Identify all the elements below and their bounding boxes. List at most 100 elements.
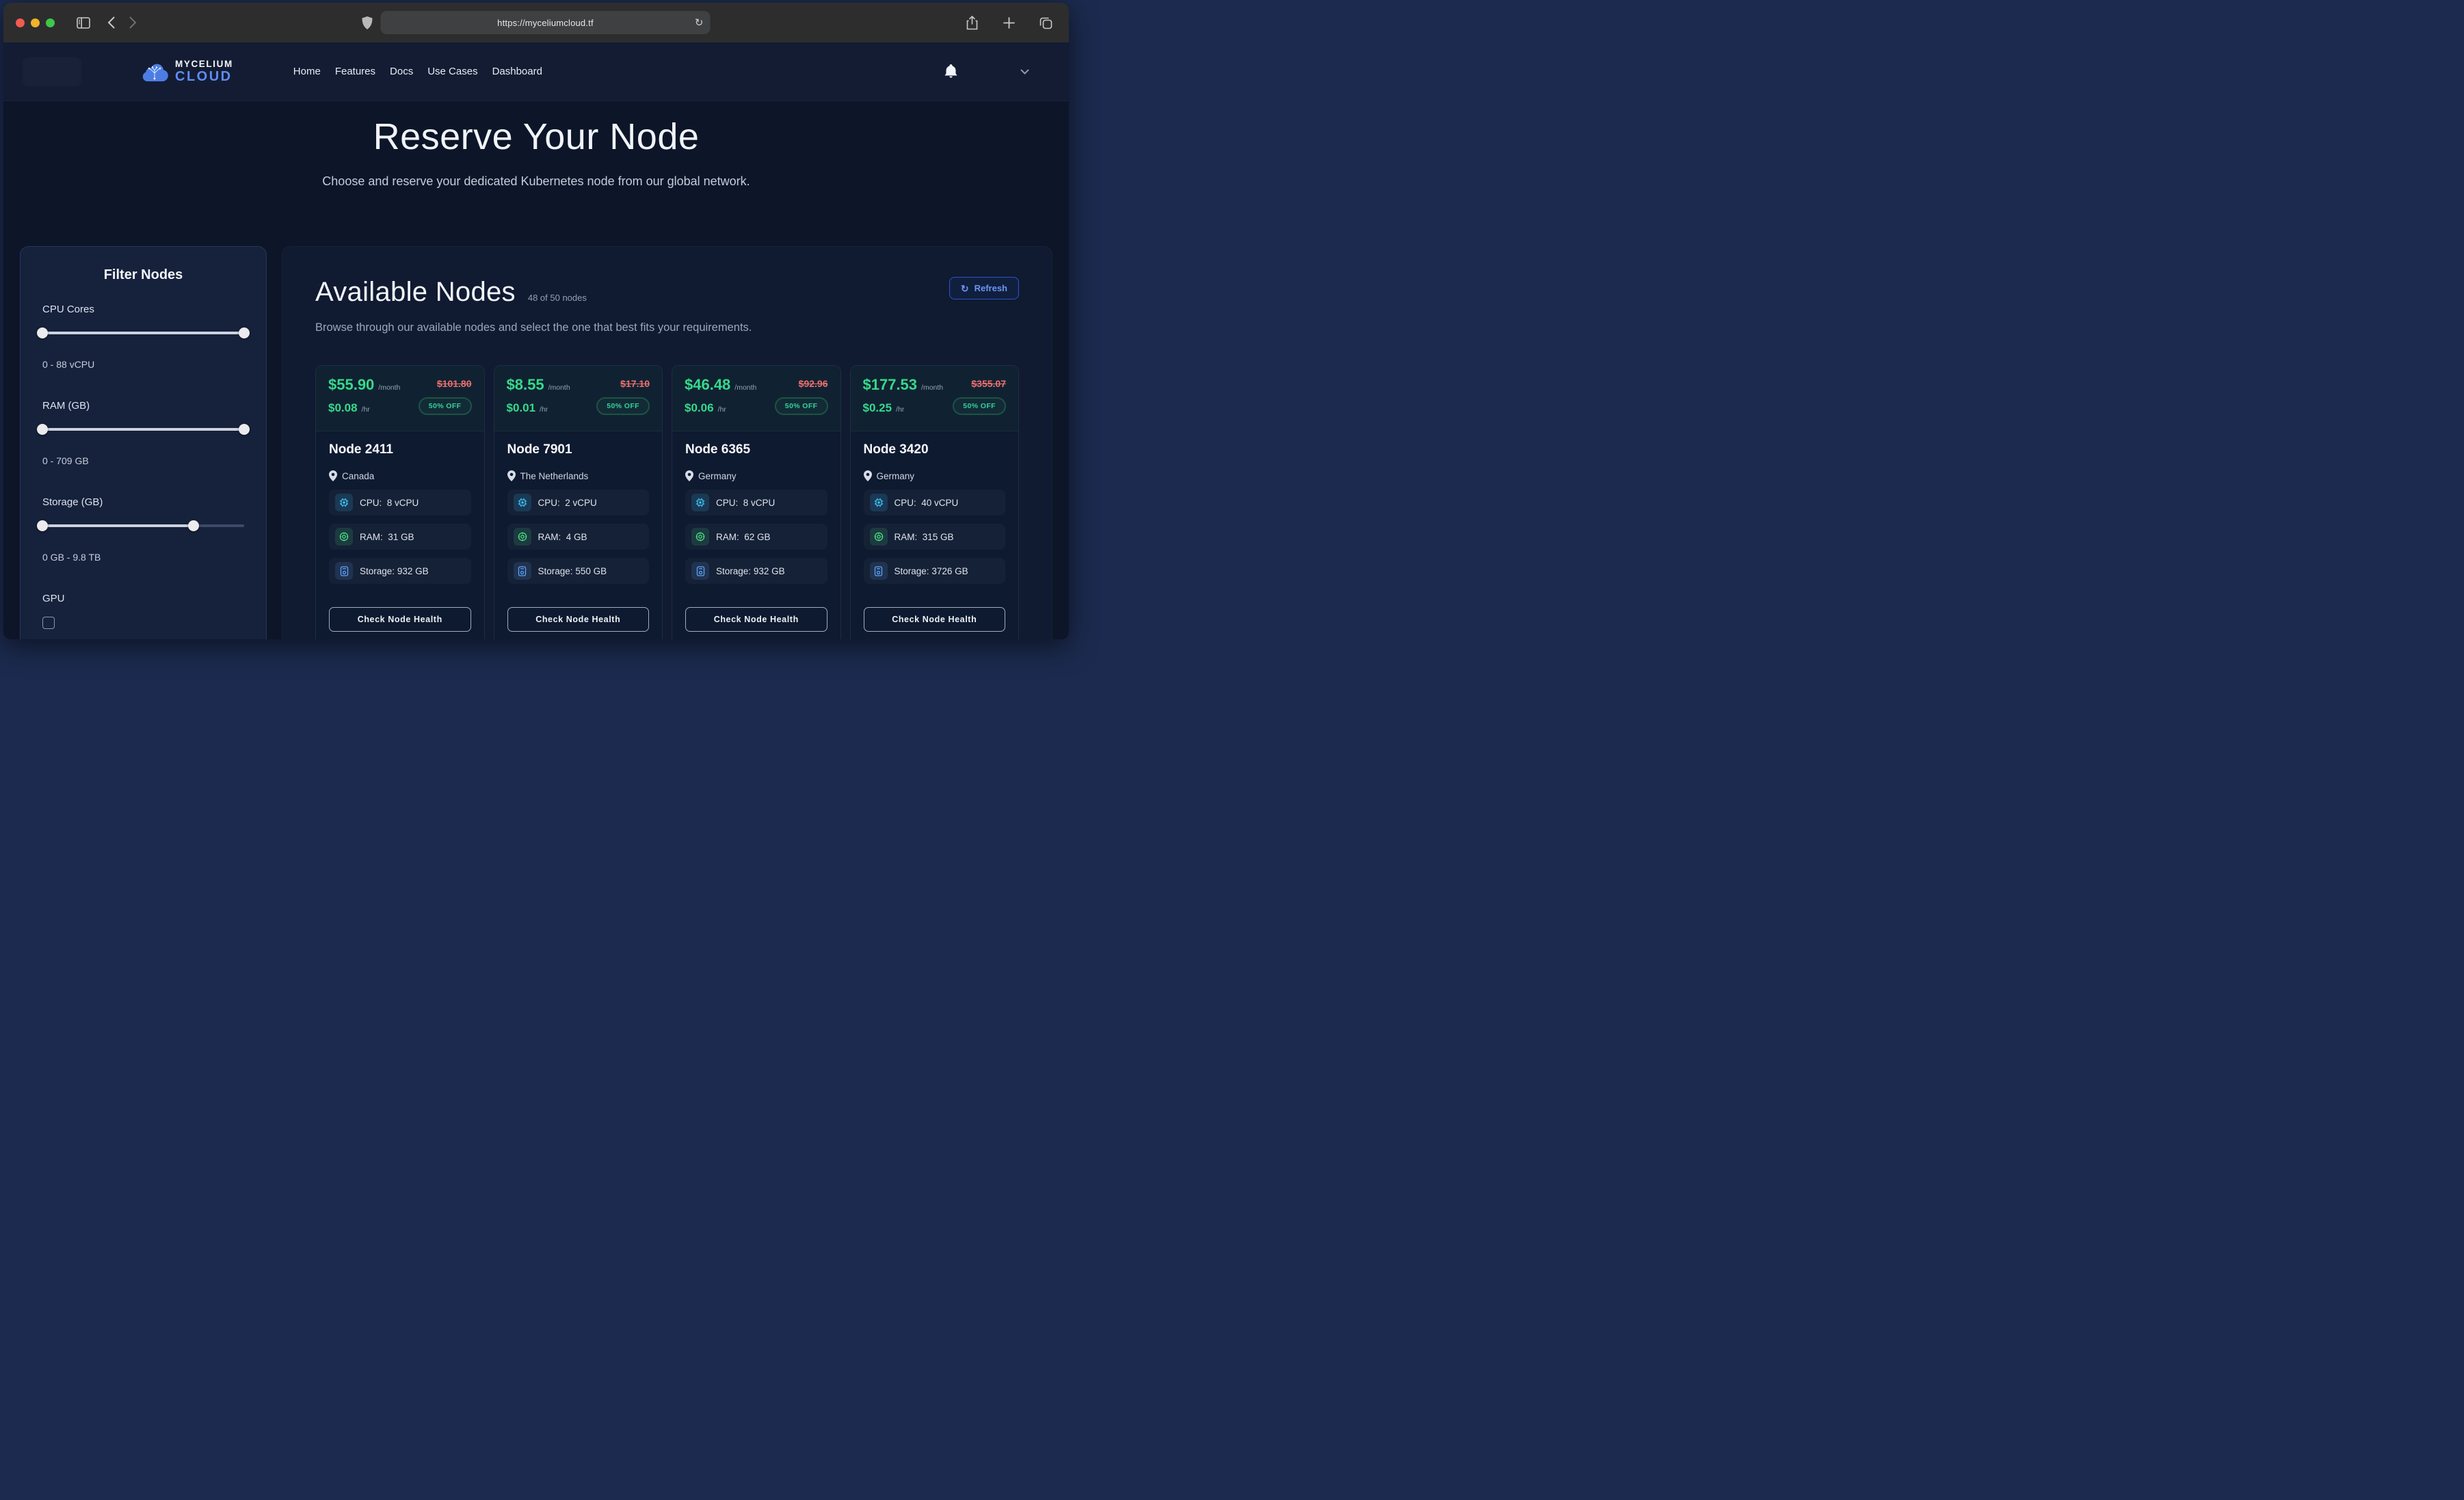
- nodes-count: 48 of 50 nodes: [528, 293, 587, 303]
- cpu-spec-row: CPU: 40 vCPU: [864, 490, 1006, 515]
- notifications-button[interactable]: [944, 64, 957, 79]
- page-subtitle: Choose and reserve your dedicated Kubern…: [3, 174, 1069, 189]
- forward-button[interactable]: [122, 12, 144, 34]
- ram-value: 62 GB: [744, 532, 770, 542]
- refresh-icon: ↻: [961, 284, 969, 293]
- minimize-window-button[interactable]: [31, 18, 40, 27]
- share-button[interactable]: [961, 12, 983, 34]
- price-per-month: $55.90: [328, 376, 374, 394]
- price-per-month: $8.55: [507, 376, 544, 394]
- ram-spec-row: RAM: 31 GB: [329, 524, 471, 550]
- check-node-health-button[interactable]: Check Node Health: [864, 607, 1006, 632]
- nav-link-dashboard[interactable]: Dashboard: [492, 66, 542, 77]
- discount-badge: 50% OFF: [775, 397, 828, 415]
- node-pricing-header: $55.90 /month $0.08 /hr $101.80 50% OFF: [316, 366, 484, 431]
- ram-range-slider[interactable]: [42, 424, 244, 435]
- node-pricing-header: $46.48 /month $0.06 /hr $92.96 50% OFF: [672, 366, 840, 431]
- storage-spec-row: Storage: 932 GB: [685, 558, 827, 584]
- cpu-value: 2 vCPU: [565, 498, 597, 508]
- reload-icon[interactable]: ↻: [695, 18, 704, 28]
- location-pin-icon: [329, 470, 337, 481]
- privacy-shield-icon[interactable]: [362, 16, 373, 29]
- new-tab-button[interactable]: [998, 12, 1020, 34]
- nav-link-home[interactable]: Home: [293, 66, 321, 77]
- cpu-label: CPU:: [716, 498, 738, 508]
- back-icon: [107, 16, 115, 29]
- discount-badge: 50% OFF: [953, 397, 1006, 415]
- original-price: $92.96: [799, 378, 828, 389]
- brand-logo[interactable]: MYCELIUM CLOUD: [140, 59, 233, 83]
- original-price: $17.10: [620, 378, 650, 389]
- cpu-value: 8 vCPU: [743, 498, 776, 508]
- cpu-value: 8 vCPU: [387, 498, 419, 508]
- check-node-health-button[interactable]: Check Node Health: [329, 607, 471, 632]
- cpu-icon: [514, 494, 531, 511]
- browser-window: https://myceliumcloud.tf ↻: [3, 3, 1069, 639]
- per-hour-unit: /hr: [896, 405, 904, 414]
- price-per-month: $177.53: [863, 376, 918, 394]
- node-location: Canada: [342, 471, 374, 481]
- filter-group-storage: Storage (GB) 0 GB - 9.8 TB: [42, 496, 244, 563]
- storage-icon: [870, 562, 888, 580]
- node-location: The Netherlands: [520, 471, 589, 481]
- storage-spec-row: Storage: 550 GB: [507, 558, 650, 584]
- node-card-body: Node 3420 Germany CPU: 40 vCPU RAM: 315 …: [851, 431, 1019, 639]
- nav-link-docs[interactable]: Docs: [390, 66, 413, 77]
- slider-handle-max[interactable]: [239, 424, 250, 435]
- storage-icon: [691, 562, 709, 580]
- slider-fill: [42, 428, 244, 431]
- check-node-health-button[interactable]: Check Node Health: [685, 607, 827, 632]
- slider-handle-min[interactable]: [37, 327, 48, 338]
- storage-range-slider[interactable]: [42, 520, 244, 531]
- ram-spec-row: RAM: 62 GB: [685, 524, 827, 550]
- ram-label: RAM:: [360, 532, 383, 542]
- sidebar-toggle-button[interactable]: [72, 12, 94, 34]
- slider-handle-max[interactable]: [239, 327, 250, 338]
- gpu-checkbox[interactable]: [42, 617, 55, 629]
- node-location: Germany: [877, 471, 915, 481]
- discount-badge: 50% OFF: [419, 397, 472, 415]
- ram-value: 31 GB: [388, 532, 414, 542]
- original-price: $101.80: [437, 378, 472, 389]
- tab-overview-button[interactable]: [1035, 12, 1057, 34]
- storage-range-text: 0 GB - 9.8 TB: [42, 552, 244, 563]
- node-name: Node 2411: [329, 442, 471, 457]
- fullscreen-window-button[interactable]: [46, 18, 55, 27]
- cpu-label: CPU:: [895, 498, 916, 508]
- slider-fill: [42, 524, 194, 527]
- nav-link-use-cases[interactable]: Use Cases: [427, 66, 477, 77]
- nav-links: Home Features Docs Use Cases Dashboard: [293, 66, 542, 77]
- per-month-unit: /month: [378, 384, 400, 392]
- bell-icon: [944, 64, 957, 79]
- cpu-range-slider[interactable]: [42, 327, 244, 338]
- tabs-icon: [1039, 16, 1052, 29]
- back-button[interactable]: [100, 12, 122, 34]
- slider-handle-max[interactable]: [188, 520, 199, 531]
- node-card: $55.90 /month $0.08 /hr $101.80 50% OFF …: [315, 365, 485, 639]
- node-name: Node 7901: [507, 442, 650, 457]
- nodes-section-subtitle: Browse through our available nodes and s…: [315, 321, 1019, 334]
- navbar-actions: [944, 64, 1029, 79]
- storage-label: Storage:: [538, 566, 573, 576]
- close-window-button[interactable]: [16, 18, 25, 27]
- account-menu-button[interactable]: [1020, 69, 1029, 75]
- node-cards-grid: $55.90 /month $0.08 /hr $101.80 50% OFF …: [315, 365, 1019, 639]
- storage-label: Storage:: [360, 566, 395, 576]
- refresh-button[interactable]: ↻ Refresh: [949, 277, 1019, 299]
- storage-value: 3726 GB: [931, 566, 968, 576]
- address-bar[interactable]: https://myceliumcloud.tf ↻: [381, 11, 711, 34]
- slider-handle-min[interactable]: [37, 424, 48, 435]
- storage-filter-label: Storage (GB): [42, 496, 244, 508]
- share-icon: [966, 16, 978, 30]
- slider-handle-min[interactable]: [37, 520, 48, 531]
- refresh-label: Refresh: [975, 283, 1007, 293]
- brand-line-1: MYCELIUM: [175, 59, 233, 69]
- check-node-health-button[interactable]: Check Node Health: [507, 607, 650, 632]
- nodes-header: Available Nodes 48 of 50 nodes ↻ Refresh: [315, 277, 1019, 308]
- per-hour-unit: /hr: [718, 405, 726, 414]
- ram-label: RAM:: [538, 532, 561, 542]
- cpu-label: CPU:: [538, 498, 560, 508]
- cpu-icon: [335, 494, 353, 511]
- nav-link-features[interactable]: Features: [335, 66, 375, 77]
- cpu-filter-label: CPU Cores: [42, 304, 244, 315]
